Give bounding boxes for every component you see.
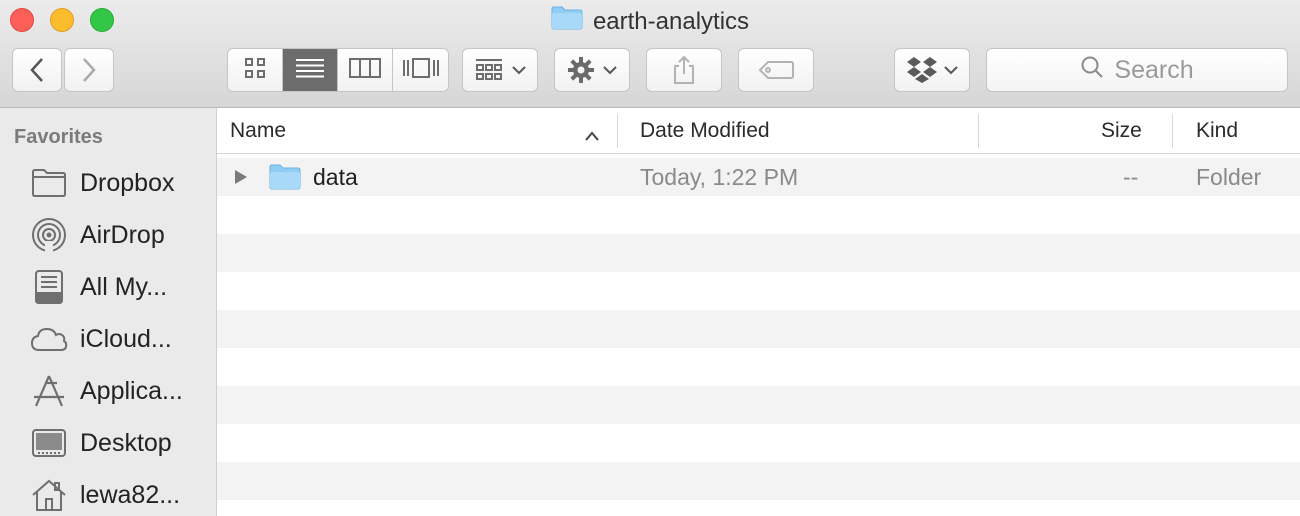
- grid-icon: [244, 57, 266, 84]
- sidebar-item-label: AirDrop: [80, 220, 165, 249]
- table-row-empty: [217, 500, 1300, 516]
- file-date-modified: Today, 1:22 PM: [640, 163, 799, 190]
- arrange-button[interactable]: [462, 48, 538, 92]
- column-kind[interactable]: Kind: [1196, 108, 1238, 154]
- sidebar-item-label: Dropbox: [80, 168, 175, 197]
- file-name: data: [313, 163, 358, 190]
- sidebar: Favorites Dropbox AirDrop All My... iClo…: [0, 108, 217, 516]
- window-toolbar: earth-analytics Search: [0, 0, 1300, 108]
- sort-ascending-icon: [584, 124, 600, 148]
- home-icon: [30, 476, 68, 514]
- back-button[interactable]: [12, 48, 62, 92]
- sidebar-item-label: Desktop: [80, 428, 172, 457]
- dropbox-icon: [906, 56, 938, 84]
- gear-icon: [567, 56, 595, 84]
- chevron-down-icon: [603, 65, 617, 75]
- list-icon: [295, 58, 325, 83]
- window-title-text: earth-analytics: [592, 7, 750, 35]
- table-row-empty: [217, 386, 1300, 424]
- chevron-right-icon: [81, 57, 97, 83]
- column-view-button[interactable]: [338, 49, 393, 91]
- table-row-empty: [217, 234, 1300, 272]
- table-row-empty: [217, 196, 1300, 234]
- column-size[interactable]: Size: [1101, 108, 1142, 154]
- share-button[interactable]: [646, 48, 722, 92]
- airdrop-icon: [30, 216, 68, 254]
- column-name[interactable]: Name: [230, 108, 600, 154]
- window-title: earth-analytics: [0, 6, 1300, 37]
- column-name-label: Name: [230, 119, 287, 142]
- column-size-label: Size: [1101, 119, 1142, 142]
- folder-icon: [30, 164, 68, 202]
- sidebar-item-label: lewa82...: [80, 480, 181, 509]
- view-mode-control: [227, 48, 449, 92]
- folder-icon: [269, 158, 301, 196]
- coverflow-icon: [402, 57, 440, 84]
- sidebar-item-airdrop[interactable]: AirDrop: [30, 213, 165, 257]
- column-divider[interactable]: [1172, 114, 1173, 148]
- search-placeholder: Search: [1114, 55, 1194, 84]
- applications-icon: [30, 372, 68, 410]
- table-row-empty: [217, 310, 1300, 348]
- sidebar-item-all-my-files[interactable]: All My...: [30, 265, 167, 309]
- column-kind-label: Kind: [1196, 119, 1239, 142]
- action-button[interactable]: [554, 48, 630, 92]
- columns-icon: [349, 57, 381, 83]
- arrange-icon: [474, 58, 504, 82]
- disclosure-triangle-icon[interactable]: [233, 158, 249, 196]
- file-rows: data Today, 1:22 PM -- Folder: [217, 154, 1300, 516]
- sidebar-item-home[interactable]: lewa82...: [30, 473, 180, 516]
- table-row-empty: [217, 424, 1300, 462]
- forward-button[interactable]: [64, 48, 114, 92]
- dropbox-button[interactable]: [894, 48, 970, 92]
- column-date-modified[interactable]: Date Modified: [640, 108, 770, 154]
- sidebar-item-label: iCloud...: [80, 324, 172, 353]
- sidebar-item-applications[interactable]: Applica...: [30, 369, 183, 413]
- chevron-down-icon: [944, 65, 958, 75]
- sidebar-heading: Favorites: [14, 126, 103, 148]
- chevron-left-icon: [29, 57, 45, 83]
- all-files-icon: [30, 268, 68, 306]
- sidebar-item-desktop[interactable]: Desktop: [30, 421, 172, 465]
- table-row[interactable]: data Today, 1:22 PM -- Folder: [217, 158, 1300, 196]
- table-row-empty: [217, 348, 1300, 386]
- chevron-down-icon: [512, 65, 526, 75]
- table-row-empty: [217, 272, 1300, 310]
- share-icon: [672, 55, 696, 85]
- folder-icon: [551, 6, 583, 37]
- search-field[interactable]: Search: [986, 48, 1288, 92]
- tag-icon: [758, 60, 794, 80]
- sidebar-item-label: Applica...: [80, 376, 183, 405]
- file-size: --: [1123, 163, 1139, 190]
- column-divider[interactable]: [978, 114, 979, 148]
- column-header: Name Date Modified Size Kind: [217, 108, 1300, 154]
- desktop-icon: [30, 424, 68, 462]
- cover-flow-view-button[interactable]: [393, 49, 448, 91]
- icon-view-button[interactable]: [228, 49, 283, 91]
- cloud-icon: [30, 320, 68, 358]
- file-kind: Folder: [1196, 163, 1262, 190]
- column-date-label: Date Modified: [640, 119, 770, 142]
- sidebar-item-label: All My...: [80, 272, 168, 301]
- table-row-empty: [217, 462, 1300, 500]
- list-view-button[interactable]: [283, 49, 338, 91]
- sidebar-item-dropbox[interactable]: Dropbox: [30, 161, 175, 205]
- file-list: Name Date Modified Size Kind data Today,…: [217, 108, 1300, 516]
- sidebar-item-icloud[interactable]: iCloud...: [30, 317, 172, 361]
- column-divider[interactable]: [617, 114, 618, 148]
- tags-button[interactable]: [738, 48, 814, 92]
- search-icon: [1080, 55, 1104, 86]
